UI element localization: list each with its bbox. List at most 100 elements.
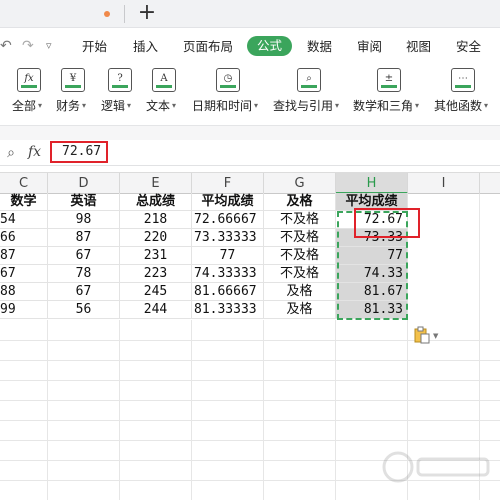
table-cell[interactable]: 72.66667 bbox=[192, 211, 264, 229]
ribbon-lookup-reference[interactable]: ⌕ 查找与引用 ▾ bbox=[273, 68, 345, 120]
tab-separator bbox=[124, 5, 125, 23]
table-cell[interactable]: 73.33333 bbox=[192, 229, 264, 247]
table-row: 54 98 218 72.66667 不及格 72.67 bbox=[0, 211, 500, 229]
formula-input[interactable]: 72.67 bbox=[50, 141, 108, 163]
ribbon-gap bbox=[0, 126, 500, 140]
table-cell[interactable]: 67 bbox=[48, 283, 120, 301]
new-tab-plus-icon[interactable]: + bbox=[136, 1, 158, 25]
column-header-e[interactable]: E bbox=[120, 173, 192, 194]
search-ref-icon: ⌕ bbox=[297, 68, 321, 92]
table-header-cell[interactable]: 数学 bbox=[0, 193, 48, 211]
gridline bbox=[0, 360, 500, 361]
formula-ribbon: fx 全部 ▾ ¥ 财务 ▾ ? 逻辑 ▾ A 文本 ▾ ◷ 日期和时间 ▾ ⌕ 查找与引… bbox=[0, 64, 500, 126]
table-cell[interactable]: 220 bbox=[120, 229, 192, 247]
ribbon-more-functions[interactable]: ⋯ 其他函数 ▾ bbox=[434, 68, 496, 120]
menu-page-layout[interactable]: 页面布局 bbox=[183, 38, 233, 56]
ribbon-text[interactable]: A 文本 ▾ bbox=[146, 68, 186, 120]
paste-options-clipboard-icon[interactable] bbox=[414, 326, 430, 344]
gridline bbox=[191, 320, 192, 500]
table-header-cell[interactable]: 及格 bbox=[264, 193, 336, 211]
table-cell[interactable]: 81.33 bbox=[336, 301, 408, 319]
table-header-row: 数学 英语 总成绩 平均成绩 及格 平均成绩 bbox=[0, 193, 500, 211]
column-header-g[interactable]: G bbox=[264, 173, 336, 194]
table-cell[interactable]: 77 bbox=[192, 247, 264, 265]
table-cell[interactable]: 244 bbox=[120, 301, 192, 319]
table-header-cell[interactable]: 平均成绩 bbox=[192, 193, 264, 211]
table-cell[interactable]: 98 bbox=[48, 211, 120, 229]
ribbon-all-functions[interactable]: fx 全部 ▾ bbox=[10, 68, 50, 120]
column-header-c[interactable]: C bbox=[0, 173, 48, 194]
column-header-i[interactable]: I bbox=[408, 173, 480, 194]
table-cell[interactable]: 88 bbox=[0, 283, 48, 301]
table-cell[interactable]: 218 bbox=[120, 211, 192, 229]
menu-home[interactable]: 开始 bbox=[82, 38, 107, 56]
ribbon-financial[interactable]: ¥ 财务 ▾ bbox=[56, 68, 96, 120]
table-cell[interactable]: 及格 bbox=[264, 301, 336, 319]
watermark-logo bbox=[382, 451, 490, 483]
table-cell[interactable]: 81.33333 bbox=[192, 301, 264, 319]
table-cell[interactable]: 81.66667 bbox=[192, 283, 264, 301]
table-cell[interactable]: 56 bbox=[48, 301, 120, 319]
table-cell[interactable]: 223 bbox=[120, 265, 192, 283]
ribbon-label-lookup: 查找与引用 bbox=[273, 99, 334, 113]
column-header-h[interactable]: H bbox=[336, 173, 408, 194]
table-cell[interactable]: 78 bbox=[48, 265, 120, 283]
table-cell[interactable]: 74.33 bbox=[336, 265, 408, 283]
menu-view[interactable]: 视图 bbox=[406, 38, 431, 56]
ribbon-label-more: 其他函数 bbox=[434, 99, 483, 113]
table-cell[interactable]: 74.33333 bbox=[192, 265, 264, 283]
menu-insert[interactable]: 插入 bbox=[133, 38, 158, 56]
column-header-f[interactable]: F bbox=[192, 173, 264, 194]
column-header-d[interactable]: D bbox=[48, 173, 120, 194]
gridline bbox=[0, 440, 500, 441]
more-functions-icon: ⋯ bbox=[451, 68, 475, 92]
gridline bbox=[0, 420, 500, 421]
table-cell[interactable]: 不及格 bbox=[264, 229, 336, 247]
paste-options-caret-icon[interactable]: ▼ bbox=[433, 332, 438, 340]
ribbon-logical[interactable]: ? 逻辑 ▾ bbox=[101, 68, 141, 120]
ribbon-label-math: 数学和三角 bbox=[353, 99, 414, 113]
table-cell[interactable]: 73.33 bbox=[336, 229, 408, 247]
undo-icon[interactable]: ↶ bbox=[0, 38, 12, 54]
gridline bbox=[263, 320, 264, 500]
table-header-cell[interactable]: 总成绩 bbox=[120, 193, 192, 211]
question-icon: ? bbox=[108, 68, 132, 92]
redo-icon[interactable]: ↷ bbox=[22, 38, 34, 54]
zoom-search-icon[interactable]: ⌕ bbox=[2, 144, 20, 162]
table-row: 88 67 245 81.66667 及格 81.67 bbox=[0, 283, 500, 301]
table-cell[interactable]: 66 bbox=[0, 229, 48, 247]
table-cell[interactable]: 87 bbox=[48, 229, 120, 247]
unsaved-dot-icon bbox=[104, 11, 110, 17]
ribbon-date-time[interactable]: ◷ 日期和时间 ▾ bbox=[192, 68, 264, 120]
ribbon-label-all: 全部 bbox=[12, 99, 37, 113]
table-cell[interactable]: 67 bbox=[48, 247, 120, 265]
quick-access-dropdown-icon[interactable]: ▿ bbox=[46, 38, 52, 54]
table-row: 99 56 244 81.33333 及格 81.33 bbox=[0, 301, 500, 319]
table-header-cell[interactable]: 英语 bbox=[48, 193, 120, 211]
ribbon-label-financial: 财务 bbox=[56, 99, 81, 113]
table-cell[interactable]: 67 bbox=[0, 265, 48, 283]
formula-bar: ⌕ fx 72.67 bbox=[0, 140, 500, 166]
menu-review[interactable]: 审阅 bbox=[357, 38, 382, 56]
table-cell[interactable]: 72.67 bbox=[336, 211, 408, 229]
menu-security[interactable]: 安全 bbox=[456, 38, 481, 56]
menu-bar: ↶ ↷ ▿ 开始 插入 页面布局 公式 数据 审阅 视图 安全 bbox=[0, 28, 500, 64]
insert-function-fx-icon[interactable]: fx bbox=[28, 143, 41, 161]
table-cell[interactable]: 77 bbox=[336, 247, 408, 265]
table-cell[interactable]: 不及格 bbox=[264, 265, 336, 283]
table-cell[interactable]: 不及格 bbox=[264, 247, 336, 265]
table-cell[interactable]: 54 bbox=[0, 211, 48, 229]
menu-data[interactable]: 数据 bbox=[307, 38, 332, 56]
text-a-icon: A bbox=[152, 68, 176, 92]
ribbon-math-trig[interactable]: ± 数学和三角 ▾ bbox=[353, 68, 425, 120]
table-cell[interactable]: 81.67 bbox=[336, 283, 408, 301]
table-cell[interactable]: 不及格 bbox=[264, 211, 336, 229]
table-cell[interactable]: 99 bbox=[0, 301, 48, 319]
table-cell[interactable]: 245 bbox=[120, 283, 192, 301]
table-header-cell[interactable]: 平均成绩 bbox=[336, 193, 408, 211]
menu-formulas[interactable]: 公式 bbox=[247, 36, 293, 56]
math-icon: ± bbox=[377, 68, 401, 92]
table-cell[interactable]: 及格 bbox=[264, 283, 336, 301]
table-cell[interactable]: 231 bbox=[120, 247, 192, 265]
table-cell[interactable]: 87 bbox=[0, 247, 48, 265]
